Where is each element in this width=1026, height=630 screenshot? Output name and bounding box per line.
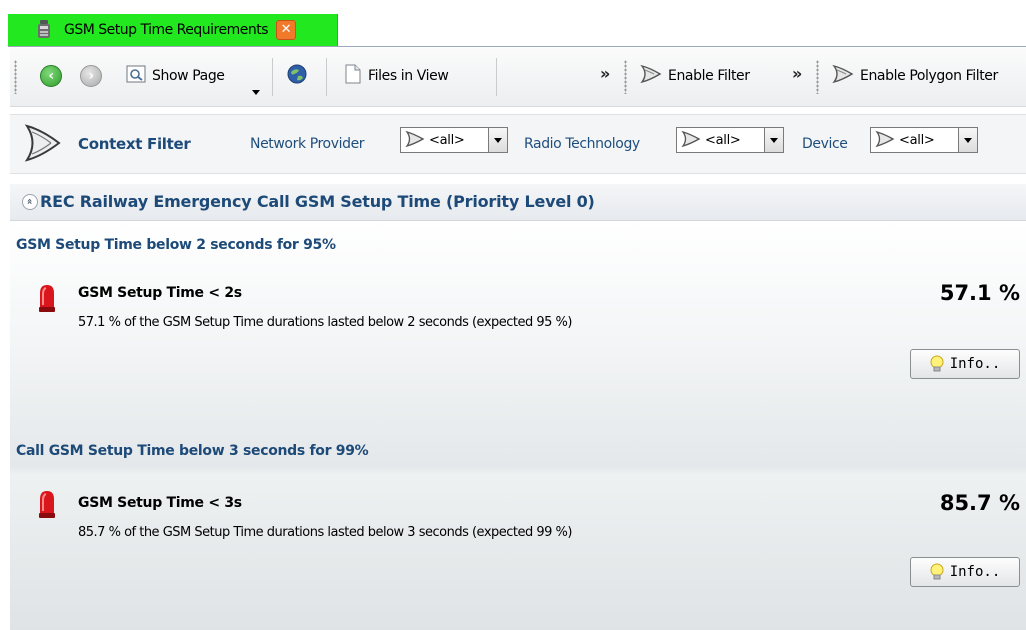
network-provider-label: Network Provider [250,136,365,152]
report-icon [36,20,52,40]
forward-button[interactable]: › [80,63,102,89]
overflow-chevron-icon[interactable]: » [792,64,802,83]
filter-funnel-icon [681,130,701,152]
info-button[interactable]: Info.. [910,557,1020,587]
page-view-icon [126,65,146,87]
requirement-value: 85.7 % [939,491,1020,515]
globe-refresh-icon [286,63,308,89]
toolbar-grip[interactable] [624,60,627,94]
info-label: Info.. [949,356,1001,372]
refresh-button[interactable] [286,63,308,89]
tab-gsm-setup-time-requirements[interactable]: GSM Setup Time Requirements ✕ [8,14,338,46]
filter-funnel-icon [405,130,425,152]
red-alarm-icon [38,489,56,519]
section-title: REC Railway Emergency Call GSM Setup Tim… [40,192,595,211]
requirement-description: 57.1 % of the GSM Setup Time durations l… [78,315,573,330]
chevron-down-icon[interactable] [488,128,507,152]
requirement-group-title: GSM Setup Time below 2 seconds for 95% [16,237,336,253]
back-button[interactable]: ‹ [40,63,62,89]
info-button[interactable]: Info.. [910,349,1020,379]
collapse-toggle-icon[interactable]: » [22,194,38,210]
device-select[interactable]: <all> [870,127,978,153]
tab-label: GSM Setup Time Requirements [64,22,269,38]
requirement-item-title: GSM Setup Time < 2s [78,285,242,301]
files-in-view-button[interactable]: Files in View [344,63,449,89]
chevron-down-icon[interactable] [764,128,783,152]
show-page-label: Show Page [152,68,225,84]
report-body: GSM Setup Time below 2 seconds for 95% G… [10,221,1026,630]
arrow-left-icon: ‹ [40,65,62,87]
close-icon[interactable]: ✕ [276,20,297,40]
enable-polygon-filter-button[interactable]: Enable Polygon Filter [832,63,998,89]
arrow-right-icon: › [80,65,102,87]
lightbulb-icon [930,563,944,581]
tab-strip: GSM Setup Time Requirements ✕ [0,0,1026,46]
requirement-description: 85.7 % of the GSM Setup Time durations l… [78,525,573,540]
toolbar: ‹ › Show Page Files in View » Enable Fil… [10,48,1026,107]
enable-polygon-filter-label: Enable Polygon Filter [860,68,998,84]
context-filter-icon [24,123,62,167]
filter-funnel-icon [875,130,895,152]
files-in-view-label: Files in View [368,68,449,84]
toolbar-separator [326,58,327,96]
info-label: Info.. [949,564,1001,580]
context-filter-title: Context Filter [78,135,191,153]
device-value: <all> [899,132,935,148]
file-icon [344,64,362,88]
overflow-chevron-icon[interactable]: » [600,64,610,83]
requirement-value: 57.1 % [939,281,1020,305]
chevron-down-icon[interactable] [958,128,977,152]
device-label: Device [802,136,848,152]
enable-filter-button[interactable]: Enable Filter [640,63,750,89]
context-filter-bar: Context Filter Network Provider <all> Ra… [10,114,1026,174]
toolbar-grip[interactable] [14,60,17,94]
toolbar-separator [272,58,273,96]
lightbulb-icon [930,355,944,373]
network-provider-select[interactable]: <all> [400,127,508,153]
toolbar-grip[interactable] [816,60,819,94]
red-alarm-icon [38,283,56,313]
radio-technology-value: <all> [705,132,741,148]
filter-funnel-icon [640,64,662,88]
radio-technology-label: Radio Technology [524,136,640,152]
section-header[interactable]: » REC Railway Emergency Call GSM Setup T… [10,184,1026,221]
network-provider-value: <all> [429,132,465,148]
enable-filter-label: Enable Filter [668,68,750,84]
show-page-dropdown-icon[interactable] [252,90,260,95]
radio-technology-select[interactable]: <all> [676,127,784,153]
requirement-group-title: Call GSM Setup Time below 3 seconds for … [16,443,369,459]
tab-divider [8,46,1026,47]
toolbar-separator [496,58,497,96]
show-page-button[interactable]: Show Page [126,63,225,89]
filter-funnel-icon [832,64,854,88]
requirement-item-title: GSM Setup Time < 3s [78,495,242,511]
